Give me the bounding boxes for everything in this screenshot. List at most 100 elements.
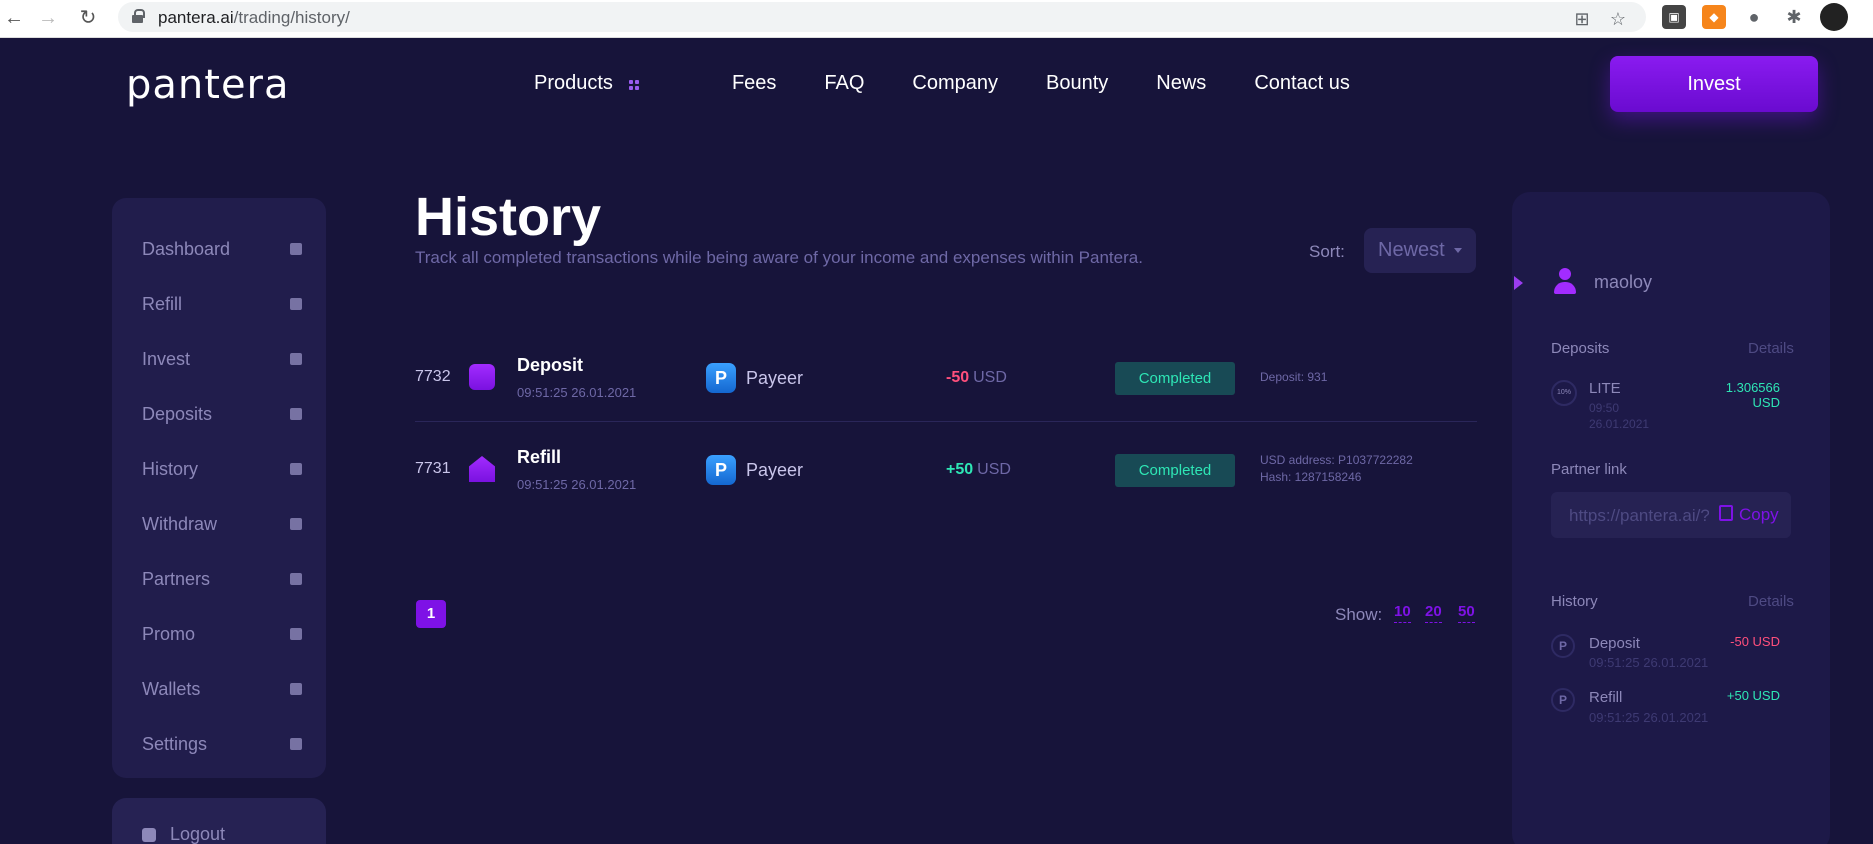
url-text: pantera.ai/trading/history/ — [158, 8, 350, 27]
logout-icon — [142, 827, 156, 842]
sidebar-item-partners[interactable]: Partners — [142, 564, 302, 594]
table-row: 7731 Refill 09:51:25 26.01.2021 P Payeer… — [415, 424, 1477, 514]
deposit-timestamp: 09:50 26.01.2021 — [1589, 401, 1650, 431]
sidebar-item-settings[interactable]: Settings — [142, 729, 302, 759]
puzzle-icon[interactable]: ✱ — [1782, 5, 1806, 29]
logout-button[interactable]: Logout — [142, 824, 225, 844]
deposits-icon — [290, 408, 302, 420]
history-item-amount: -50 USD — [1730, 634, 1780, 649]
nav-company[interactable]: Company — [912, 72, 998, 95]
extension-icon[interactable]: ● — [1742, 5, 1766, 29]
transaction-date: 09:51:25 26.01.2021 — [517, 477, 637, 492]
table-row: 7732 Deposit 09:51:25 26.01.2021 P Payee… — [415, 332, 1477, 422]
invest-button[interactable]: Invest — [1610, 56, 1818, 112]
show-option-20[interactable]: 20 — [1425, 603, 1442, 623]
grid-dots-icon[interactable] — [629, 80, 639, 90]
invest-icon — [290, 353, 302, 365]
star-icon — [290, 628, 302, 640]
partner-link-field[interactable]: https://pantera.ai/? Copy — [1551, 492, 1791, 538]
translate-icon[interactable]: ⊞ — [1570, 7, 1594, 31]
show-label: Show: — [1335, 605, 1383, 624]
nav-products[interactable]: Products — [534, 72, 613, 95]
sidebar-item-dashboard[interactable]: Dashboard — [142, 234, 302, 264]
history-item-name: Refill — [1589, 689, 1623, 706]
user-icon — [1554, 268, 1576, 294]
deposits-section-title: Deposits — [1551, 340, 1610, 357]
history-section-title: History — [1551, 593, 1598, 610]
payeer-icon: P — [706, 455, 736, 485]
logo[interactable]: pantera — [126, 62, 290, 108]
pagination-page[interactable]: 1 — [416, 600, 446, 628]
lock-icon — [132, 9, 145, 23]
extension-icon[interactable]: ▣ — [1662, 5, 1686, 29]
page-title: History — [415, 187, 602, 247]
nav-contact[interactable]: Contact us — [1254, 72, 1350, 95]
partner-link-title: Partner link — [1551, 461, 1627, 478]
sidebar-item-refill[interactable]: Refill — [142, 289, 302, 319]
avatar[interactable] — [1820, 3, 1848, 31]
back-icon[interactable]: ← — [0, 4, 28, 32]
transaction-date: 09:51:25 26.01.2021 — [517, 385, 637, 400]
home-icon — [290, 243, 302, 255]
nav-news[interactable]: News — [1156, 72, 1206, 95]
percent-badge-icon: 10% — [1551, 380, 1577, 406]
sidebar-item-deposits[interactable]: Deposits — [142, 399, 302, 429]
transaction-id: 7732 — [415, 368, 451, 385]
home-icon — [469, 456, 495, 482]
partners-icon — [290, 573, 302, 585]
history-item-amount: +50 USD — [1726, 688, 1780, 703]
transaction-info: Deposit: 931 — [1260, 370, 1328, 384]
browser-toolbar: ← → ↻ pantera.ai/trading/history/ ⊞ ☆ ▣ … — [0, 0, 1873, 38]
history-icon — [290, 463, 302, 475]
show-option-50[interactable]: 50 — [1458, 603, 1475, 623]
address-bar[interactable]: pantera.ai/trading/history/ ⊞ ☆ — [118, 2, 1646, 32]
sidebar-item-promo[interactable]: Promo — [142, 619, 302, 649]
sort-dropdown[interactable]: Newest — [1364, 228, 1476, 273]
gear-icon — [290, 738, 302, 750]
history-item-date: 09:51:25 26.01.2021 — [1589, 655, 1709, 670]
sidebar-item-wallets[interactable]: Wallets — [142, 674, 302, 704]
payeer-icon: P — [1551, 634, 1575, 658]
sidebar-item-history[interactable]: History — [142, 454, 302, 484]
payment-method: Payeer — [746, 368, 804, 388]
sidebar-item-invest[interactable]: Invest — [142, 344, 302, 374]
page-subtitle: Track all completed transactions while b… — [415, 248, 1143, 267]
username: maoloy — [1594, 272, 1653, 292]
chevron-down-icon — [1454, 248, 1462, 253]
transaction-amount: +50 USD — [946, 461, 1011, 478]
forward-icon[interactable]: → — [34, 4, 62, 32]
history-details-link[interactable]: Details — [1748, 593, 1794, 610]
logout-panel: Logout — [112, 798, 326, 844]
deposits-details-link[interactable]: Details — [1748, 340, 1794, 357]
withdraw-icon — [290, 518, 302, 530]
deposit-icon — [469, 364, 495, 390]
deposit-amount: 1.306566 USD — [1725, 380, 1780, 410]
transaction-amount: -50 USD — [946, 369, 1007, 386]
bookmark-star-icon[interactable]: ☆ — [1606, 7, 1630, 31]
sidebar-item-withdraw[interactable]: Withdraw — [142, 509, 302, 539]
reload-icon[interactable]: ↻ — [74, 4, 102, 32]
history-item-date: 09:51:25 26.01.2021 — [1589, 710, 1709, 725]
metamask-extension-icon[interactable]: ◆ — [1702, 5, 1726, 29]
transaction-type: Deposit — [517, 355, 584, 375]
status-badge: Completed — [1115, 362, 1235, 395]
nav-fees[interactable]: Fees — [732, 72, 776, 95]
show-option-10[interactable]: 10 — [1394, 603, 1411, 623]
transaction-info: USD address: P1037722282 Hash: 1287158246 — [1260, 453, 1413, 484]
nav-bounty[interactable]: Bounty — [1046, 72, 1108, 95]
payeer-icon: P — [1551, 688, 1575, 712]
history-item-name: Deposit — [1589, 635, 1640, 652]
transaction-id: 7731 — [415, 460, 451, 477]
panel-arrow-icon — [1514, 276, 1523, 290]
transaction-type: Refill — [517, 447, 562, 467]
nav-faq[interactable]: FAQ — [824, 72, 864, 95]
sidebar: Dashboard Refill Invest Deposits History… — [112, 198, 326, 778]
wallets-icon — [290, 683, 302, 695]
top-nav: Products Fees FAQ Company Bounty News Co… — [534, 72, 1398, 95]
copy-button[interactable]: Copy — [1709, 492, 1791, 538]
sort-label: Sort: — [1309, 242, 1345, 261]
wallet-icon — [290, 298, 302, 310]
payeer-icon: P — [706, 363, 736, 393]
deposit-plan-name: LITE — [1589, 380, 1621, 397]
payment-method: Payeer — [746, 460, 804, 480]
